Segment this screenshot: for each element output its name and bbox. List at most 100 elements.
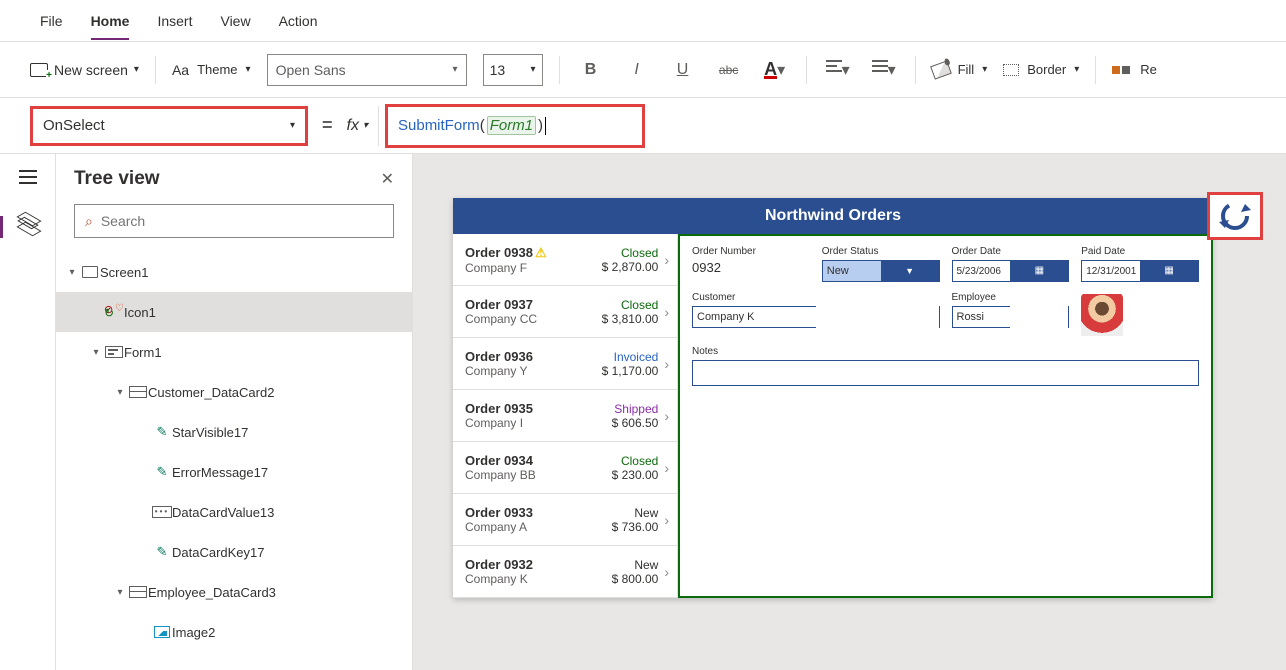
order-item[interactable]: Order 0935Company IShipped$ 606.50› xyxy=(453,390,677,442)
orderdate-picker[interactable]: 5/23/2006▦ xyxy=(952,260,1070,282)
order-company: Company K xyxy=(465,572,612,586)
chevron-down-icon[interactable]: ▾ xyxy=(112,387,128,398)
card-icon xyxy=(129,386,147,398)
order-company: Company BB xyxy=(465,468,612,482)
chevron-down-icon: ▾ xyxy=(1074,64,1079,75)
tree-node-form1[interactable]: ▾ Form1 xyxy=(56,332,412,372)
tree-search[interactable]: ⌕ xyxy=(74,204,394,238)
bold-button[interactable]: B xyxy=(576,61,606,79)
tree-label: StarVisible17 xyxy=(172,425,248,440)
strike-button[interactable]: abc xyxy=(714,63,744,77)
order-company: Company F xyxy=(465,261,602,275)
app-header: Northwind Orders xyxy=(453,198,1213,234)
formula-function: SubmitForm xyxy=(398,117,480,134)
chevron-down-icon[interactable]: ▾ xyxy=(88,347,104,358)
field-paiddate: Paid Date 12/31/2001▦ xyxy=(1081,246,1199,282)
order-amount: $ 2,870.00 xyxy=(602,260,659,274)
calendar-icon: ▦ xyxy=(1140,260,1198,282)
tree-label: Image2 xyxy=(172,625,215,640)
chevron-down-icon[interactable]: ▾ xyxy=(112,587,128,598)
calendar-icon: ▦ xyxy=(1010,260,1068,282)
tree-view-button[interactable] xyxy=(0,216,55,234)
fill-button[interactable]: Fill ▾ xyxy=(932,62,988,77)
chevron-down-icon: ▾ xyxy=(134,64,139,75)
font-color-button[interactable]: A▾ xyxy=(760,60,790,80)
border-label: Border xyxy=(1027,62,1066,77)
order-status: New xyxy=(612,558,659,572)
field-label: Notes xyxy=(692,346,1199,357)
order-amount: $ 606.50 xyxy=(612,416,659,430)
canvas[interactable]: Northwind Orders Order 0938⚠Company FClo… xyxy=(413,154,1286,670)
tab-action[interactable]: Action xyxy=(279,13,318,29)
tree-node-screen1[interactable]: ▾ Screen1 xyxy=(56,252,412,292)
chevron-right-icon: › xyxy=(664,408,669,424)
tree-node-customer-card[interactable]: ▾ Customer_DataCard2 xyxy=(56,372,412,412)
order-item[interactable]: Order 0934Company BBClosed$ 230.00› xyxy=(453,442,677,494)
tree-node-errormsg[interactable]: ✎ ErrorMessage17 xyxy=(56,452,412,492)
customer-dropdown[interactable]: Company K▼ xyxy=(692,306,940,328)
orders-gallery[interactable]: Order 0938⚠Company FClosed$ 2,870.00›Ord… xyxy=(453,234,678,598)
font-size-select[interactable]: 13 ▾ xyxy=(483,54,543,86)
order-item[interactable]: Order 0933Company ANew$ 736.00› xyxy=(453,494,677,546)
formula-input[interactable]: SubmitForm( Form1 ) xyxy=(385,104,645,148)
sync-icon-control[interactable] xyxy=(1207,192,1263,240)
new-screen-button[interactable]: New screen ▾ xyxy=(30,62,139,78)
fx-button[interactable]: fx▾ xyxy=(347,106,379,146)
formula-bar: OnSelect ▾ = fx▾ SubmitForm( Form1 ) xyxy=(0,98,1286,154)
order-item[interactable]: Order 0932Company KNew$ 800.00 › xyxy=(453,546,677,598)
layers-icon xyxy=(17,216,39,234)
order-item[interactable]: Order 0938⚠Company FClosed$ 2,870.00› xyxy=(453,234,677,286)
order-amount: $ 800.00 xyxy=(612,572,659,586)
order-item[interactable]: Order 0936Company YInvoiced$ 1,170.00› xyxy=(453,338,677,390)
italic-button[interactable]: I xyxy=(622,61,652,79)
orderstatus-dropdown[interactable]: New▼ xyxy=(822,260,940,282)
chevron-right-icon: › xyxy=(664,512,669,528)
field-orderdate: Order Date 5/23/2006▦ xyxy=(952,246,1070,282)
order-number: Order 0932 xyxy=(465,557,612,572)
close-icon[interactable]: ✕ xyxy=(381,169,394,189)
chevron-down-icon[interactable]: ▾ xyxy=(64,267,80,278)
notes-input[interactable] xyxy=(692,360,1199,386)
tree-label: DataCardValue13 xyxy=(172,505,274,520)
field-ordernum: Order Number 0932 xyxy=(692,246,810,282)
valign-icon xyxy=(872,60,888,75)
valign-button[interactable]: ▾ xyxy=(869,60,899,80)
chevron-down-icon: ▾ xyxy=(290,120,295,131)
tree-node-image2[interactable]: Image2 xyxy=(56,612,412,652)
ribbon: New screen ▾ Aa Theme ▾ Open Sans ▾ 13 ▾… xyxy=(0,42,1286,98)
tab-insert[interactable]: Insert xyxy=(157,13,192,29)
tree-node-starvisible[interactable]: ✎ StarVisible17 xyxy=(56,412,412,452)
tab-view[interactable]: View xyxy=(220,13,250,29)
tree-node-employee-card[interactable]: ▾ Employee_DataCard3 xyxy=(56,572,412,612)
tab-file[interactable]: File xyxy=(40,13,63,29)
order-form: Order Number 0932 Order Status New▼ Orde… xyxy=(678,234,1213,598)
search-input[interactable] xyxy=(101,213,383,229)
field-label: Paid Date xyxy=(1081,246,1199,257)
order-amount: $ 736.00 xyxy=(612,520,659,534)
border-button[interactable]: Border ▾ xyxy=(1003,62,1079,77)
tab-home[interactable]: Home xyxy=(91,2,130,40)
tree-node-icon1[interactable]: ⊘♡↻ Icon1 xyxy=(56,292,412,332)
label-icon: ✎ xyxy=(152,544,172,560)
property-select[interactable]: OnSelect ▾ xyxy=(30,106,308,146)
align-button[interactable]: ▾ xyxy=(823,60,853,80)
field-notes: Notes xyxy=(692,346,1199,386)
tree-label: Customer_DataCard2 xyxy=(148,385,274,400)
order-item[interactable]: Order 0937Company CCClosed$ 3,810.00› xyxy=(453,286,677,338)
field-customer: Customer Company K▼ xyxy=(692,292,940,336)
paiddate-picker[interactable]: 12/31/2001▦ xyxy=(1081,260,1199,282)
chevron-right-icon: › xyxy=(664,564,669,580)
tree-node-datacardvalue[interactable]: ••• DataCardValue13 xyxy=(56,492,412,532)
reorder-button[interactable]: Re xyxy=(1112,62,1157,77)
employee-dropdown[interactable]: Rossi▼ xyxy=(952,306,1070,328)
tree-label: Icon1 xyxy=(124,305,156,320)
hamburger-button[interactable] xyxy=(19,170,37,188)
equals-sign: = xyxy=(322,115,333,136)
field-label: Order Date xyxy=(952,246,1070,257)
theme-button[interactable]: Aa Theme ▾ xyxy=(172,62,251,78)
tree-node-datacardkey[interactable]: ✎ DataCardKey17 xyxy=(56,532,412,572)
date-value: 12/31/2001 xyxy=(1082,266,1140,277)
order-company: Company Y xyxy=(465,364,602,378)
font-select[interactable]: Open Sans ▾ xyxy=(267,54,467,86)
underline-button[interactable]: U xyxy=(668,61,698,79)
